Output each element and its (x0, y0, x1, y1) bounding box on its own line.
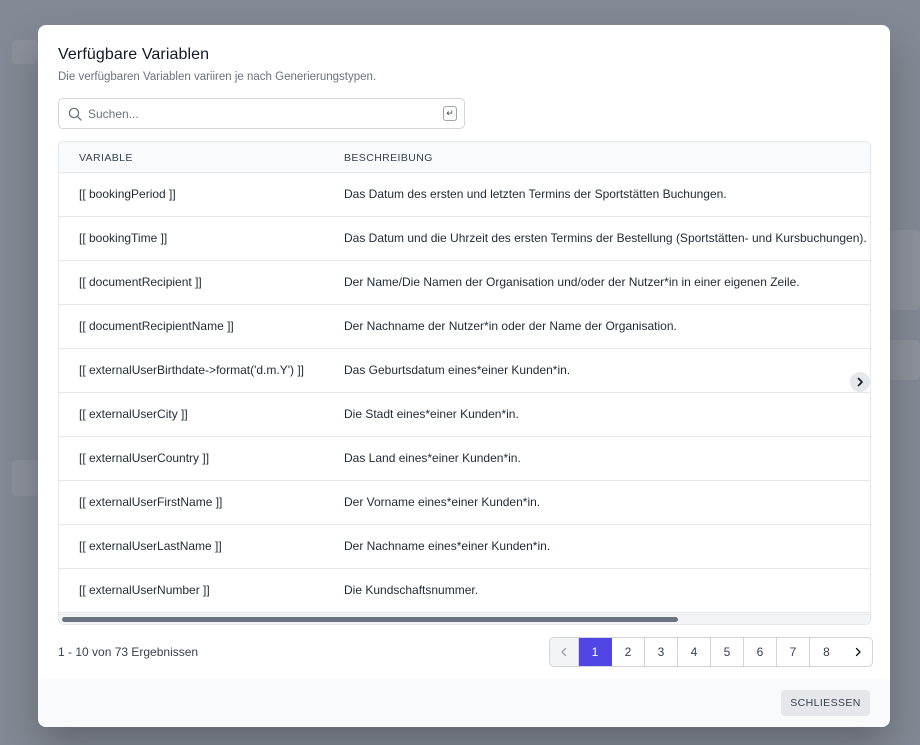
chevron-right-icon (857, 377, 863, 387)
horizontal-scrollbar[interactable] (59, 614, 870, 624)
variables-table[interactable]: VARIABLE BESCHREIBUNG [[ bookingPeriod ]… (58, 141, 871, 625)
previous-page-button[interactable] (550, 638, 579, 666)
chevron-left-icon (561, 647, 567, 657)
modal-title: Verfügbare Variablen (58, 46, 210, 63)
description-cell: Die Kundschaftsnummer. (344, 583, 479, 597)
table-row[interactable]: [[ externalUserCity ]] Die Stadt eines*ei… (59, 393, 870, 437)
table-header: VARIABLE BESCHREIBUNG (59, 142, 870, 173)
results-summary: 1 - 10 von 73 Ergebnissen (58, 645, 199, 659)
variable-cell: [[ bookingTime ]] (79, 231, 168, 245)
close-button[interactable]: SCHLIESSEN (781, 690, 870, 716)
description-cell: Der Nachname eines*einer Kunden*in. (344, 539, 551, 553)
page-button-6[interactable]: 6 (744, 638, 777, 666)
table-row[interactable]: [[ externalUserNumber ]] Die Kundschaftsn… (59, 569, 870, 613)
description-cell: Das Land eines*einer Kunden*in. (344, 451, 521, 465)
variable-cell: [[ documentRecipient ]] (79, 275, 202, 289)
page-button-3[interactable]: 3 (645, 638, 678, 666)
description-cell: Der Vorname eines*einer Kunden*in. (344, 495, 541, 509)
table-row[interactable]: [[ documentRecipientName ]] Der Nachname … (59, 305, 870, 349)
description-cell: Das Geburtsdatum eines*einer Kunden*in. (344, 363, 571, 377)
variable-cell: [[ bookingPeriod ]] (79, 187, 176, 201)
scroll-right-button[interactable] (850, 372, 870, 392)
pagination: 12345678 (549, 637, 873, 667)
table-row[interactable]: [[ externalUserFirstName ]] Der Vorname e… (59, 481, 870, 525)
scrollbar-thumb[interactable] (62, 617, 678, 622)
page-button-4[interactable]: 4 (678, 638, 711, 666)
page-buttons: 12345678 (579, 638, 843, 666)
enter-key-icon: ↵ (443, 106, 457, 121)
description-cell: Die Stadt eines*einer Kunden*in. (344, 407, 519, 421)
page-button-5[interactable]: 5 (711, 638, 744, 666)
description-cell: Der Nachname der Nutzer*in oder der Name… (344, 319, 677, 333)
variable-cell: [[ documentRecipientName ]] (79, 319, 234, 333)
table-row[interactable]: [[ bookingTime ]] Das Datum und die Uhrze… (59, 217, 870, 261)
table-row[interactable]: [[ externalUserBirthdate->format('d.m.Y'… (59, 349, 870, 393)
variable-cell: [[ externalUserFirstName ]] (79, 495, 223, 509)
search-input[interactable] (82, 99, 443, 128)
modal-footer: SCHLIESSEN (38, 679, 890, 727)
variable-cell: [[ externalUserLastName ]] (79, 539, 222, 553)
variable-cell: [[ externalUserCity ]] (79, 407, 188, 421)
chevron-right-icon (855, 647, 861, 657)
table-row[interactable]: [[ documentRecipient ]] Der Name/Die Name… (59, 261, 870, 305)
description-cell: Das Datum des ersten und letzten Termins… (344, 187, 727, 201)
search-box[interactable]: ↵ (58, 98, 465, 129)
variables-modal: Verfügbare Variablen Die verfügbaren Var… (38, 25, 890, 727)
page-button-8[interactable]: 8 (810, 638, 843, 666)
search-icon (68, 107, 82, 121)
next-page-button[interactable] (843, 638, 872, 666)
modal-subtitle: Die verfügbaren Variablen variiren je na… (58, 71, 377, 83)
column-header-description: BESCHREIBUNG (344, 152, 433, 164)
table-row[interactable]: [[ externalUserCountry ]] Das Land eines*… (59, 437, 870, 481)
column-header-variable: VARIABLE (79, 152, 133, 164)
variable-cell: [[ externalUserNumber ]] (79, 583, 210, 597)
description-cell: Das Datum und die Uhrzeit des ersten Ter… (344, 231, 871, 245)
description-cell: Der Name/Die Namen der Organisation und/… (344, 275, 800, 289)
variable-cell: [[ externalUserCountry ]] (79, 451, 210, 465)
modal-header: Verfügbare Variablen Die verfügbaren Var… (58, 46, 870, 83)
page-button-7[interactable]: 7 (777, 638, 810, 666)
variable-cell: [[ externalUserBirthdate->format('d.m.Y'… (79, 363, 304, 377)
table-row[interactable]: [[ bookingPeriod ]] Das Datum des ersten … (59, 173, 870, 217)
page-button-2[interactable]: 2 (612, 638, 645, 666)
table-row[interactable]: [[ externalUserLastName ]] Der Nachname e… (59, 525, 870, 569)
page-button-1[interactable]: 1 (579, 638, 612, 666)
table-body: [[ bookingPeriod ]] Das Datum des ersten … (59, 173, 870, 613)
